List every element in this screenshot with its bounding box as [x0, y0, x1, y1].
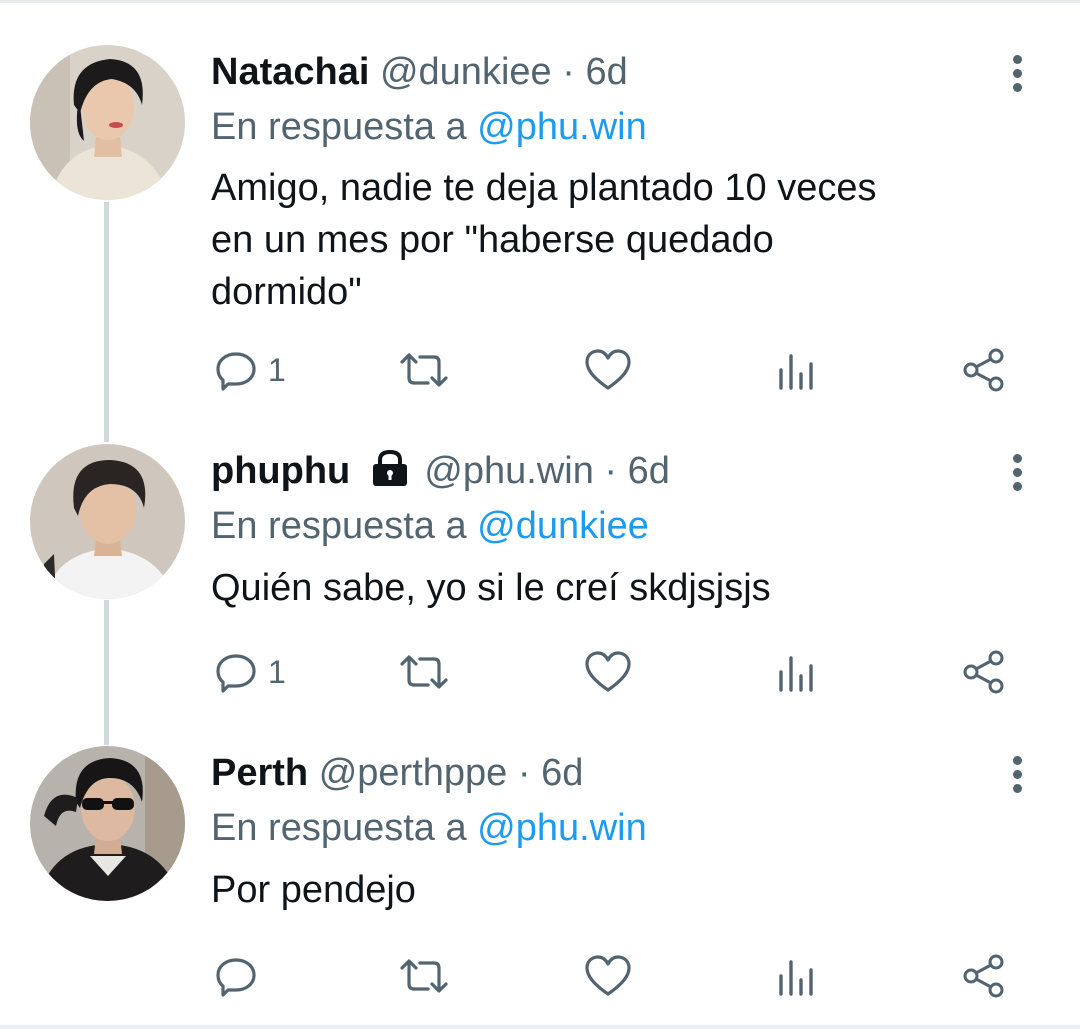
- user-handle[interactable]: @phu.win: [424, 450, 594, 492]
- reply-prefix: En respuesta a: [211, 505, 467, 547]
- reply-context: En respuesta a @phu.win: [211, 100, 647, 154]
- tweet-text-line: dormido": [211, 271, 362, 313]
- heart-icon: [585, 349, 631, 390]
- reply-prefix: En respuesta a: [211, 106, 467, 148]
- bottom-divider: [0, 1025, 1080, 1029]
- avatar[interactable]: [30, 45, 185, 200]
- tweet-text-line: Por pendejo: [211, 869, 416, 911]
- share-icon: [963, 954, 1004, 998]
- tweet-text: Por pendejo: [211, 864, 1011, 916]
- tweet-text: Amigo, nadie te deja plantado 10 veces e…: [211, 162, 1011, 318]
- tweet-text-line: en un mes por "haberse quedado: [211, 219, 774, 261]
- action-bar: 1: [0, 345, 1080, 395]
- like-button[interactable]: [584, 345, 632, 395]
- vertical-dots-icon[interactable]: [1004, 55, 1030, 97]
- display-name[interactable]: Perth: [211, 752, 308, 794]
- stats-button[interactable]: [776, 345, 816, 395]
- tweet-header: Perth @perthppe · 6d: [211, 746, 583, 800]
- heart-icon: [585, 651, 631, 692]
- reply-count: 1: [268, 351, 286, 388]
- reply-button[interactable]: 1: [214, 647, 286, 697]
- tweet[interactable]: phuphu @phu.win · 6d En respuesta a @dunk…: [0, 444, 1080, 704]
- avatar[interactable]: [30, 746, 185, 901]
- separator-dot: ·: [604, 450, 618, 492]
- reply-button[interactable]: [214, 951, 268, 1001]
- timestamp[interactable]: 6d: [628, 450, 670, 492]
- bar-chart-icon: [779, 656, 813, 692]
- speech-bubble-icon: [216, 352, 256, 391]
- vertical-dots-icon[interactable]: [1004, 454, 1030, 496]
- tweet[interactable]: Natachai @dunkiee · 6d En respuesta a @p…: [0, 45, 1080, 405]
- timestamp[interactable]: 6d: [541, 752, 583, 794]
- tweet[interactable]: Perth @perthppe · 6d En respuesta a @phu…: [0, 746, 1080, 1006]
- retweet-button[interactable]: [398, 951, 450, 1001]
- reply-mention[interactable]: @dunkiee: [477, 505, 649, 547]
- separator-dot: ·: [562, 51, 575, 93]
- vertical-dots-icon[interactable]: [1004, 756, 1030, 798]
- reply-context: En respuesta a @phu.win: [211, 801, 647, 855]
- separator-dot: ·: [517, 752, 531, 794]
- tweet-text-line: Amigo, nadie te deja plantado 10 veces: [211, 167, 877, 209]
- share-icon: [963, 348, 1004, 392]
- bar-chart-icon: [779, 354, 813, 390]
- bar-chart-icon: [779, 960, 813, 996]
- stats-button[interactable]: [776, 647, 816, 697]
- action-bar: 1: [0, 647, 1080, 697]
- speech-bubble-icon: [216, 958, 256, 997]
- lock-icon: [373, 449, 408, 486]
- share-icon: [963, 650, 1004, 694]
- display-name[interactable]: phuphu: [211, 450, 350, 492]
- top-divider: [0, 0, 1080, 3]
- heart-icon: [585, 955, 631, 996]
- retweet-icon: [400, 959, 448, 993]
- reply-context: En respuesta a @dunkiee: [211, 499, 649, 553]
- avatar[interactable]: [30, 444, 185, 599]
- tweet-header: phuphu @phu.win · 6d: [211, 444, 670, 498]
- reply-mention[interactable]: @phu.win: [477, 807, 647, 849]
- user-handle[interactable]: @dunkiee: [380, 51, 552, 93]
- stats-button[interactable]: [776, 951, 816, 1001]
- share-button[interactable]: [962, 951, 1006, 1001]
- reply-count: 1: [268, 653, 286, 690]
- like-button[interactable]: [584, 951, 632, 1001]
- user-handle[interactable]: @perthppe: [319, 752, 508, 794]
- retweet-icon: [400, 353, 448, 387]
- speech-bubble-icon: [216, 654, 256, 693]
- retweet-button[interactable]: [398, 345, 450, 395]
- reply-button[interactable]: 1: [214, 345, 286, 395]
- like-button[interactable]: [584, 647, 632, 697]
- tweet-text-line: Quién sabe, yo si le creí skdjsjsjs: [211, 567, 771, 609]
- retweet-button[interactable]: [398, 647, 450, 697]
- reply-mention[interactable]: @phu.win: [477, 106, 647, 148]
- timestamp[interactable]: 6d: [585, 51, 627, 93]
- share-button[interactable]: [962, 345, 1006, 395]
- share-button[interactable]: [962, 647, 1006, 697]
- action-bar: [0, 951, 1080, 1001]
- tweet-header: Natachai @dunkiee · 6d: [211, 45, 628, 99]
- display-name[interactable]: Natachai: [211, 51, 369, 93]
- tweet-text: Quién sabe, yo si le creí skdjsjsjs: [211, 562, 1011, 614]
- reply-prefix: En respuesta a: [211, 807, 467, 849]
- retweet-icon: [400, 655, 448, 689]
